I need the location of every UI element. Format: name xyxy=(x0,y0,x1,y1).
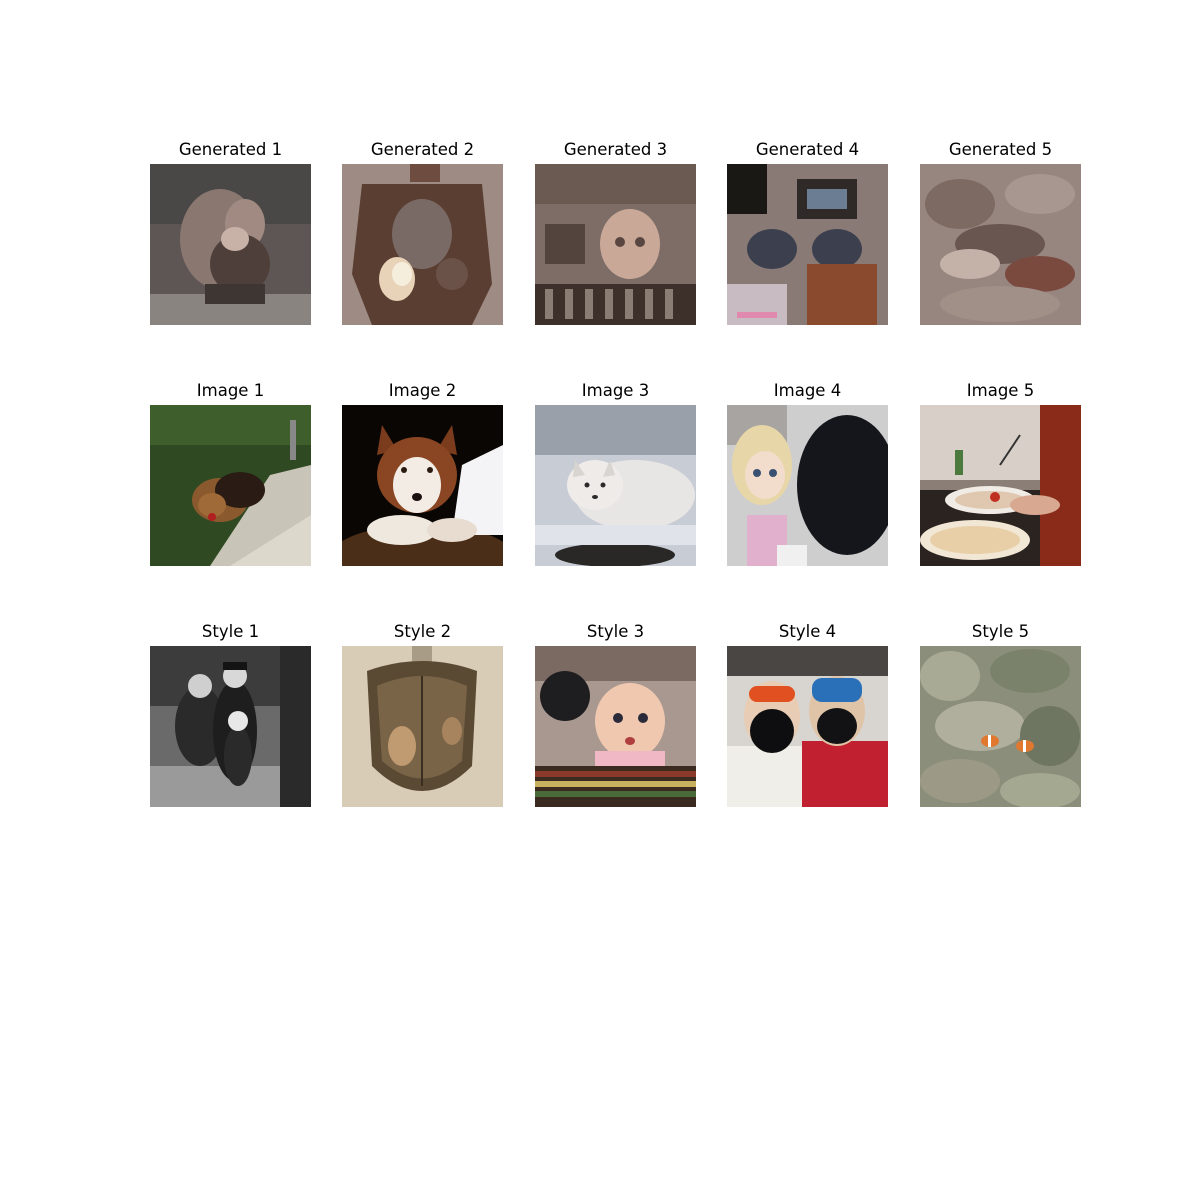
style-image-2-graphic xyxy=(342,646,503,807)
panel-title: Generated 5 xyxy=(948,140,1053,159)
content-image-1-graphic xyxy=(150,405,311,566)
generated-image-4-graphic xyxy=(727,164,888,325)
style-image-1 xyxy=(150,646,311,807)
content-image-2 xyxy=(342,405,503,566)
generated-image-5 xyxy=(920,164,1081,325)
panel-title: Generated 3 xyxy=(563,140,668,159)
content-image-1 xyxy=(150,405,311,566)
content-image-4 xyxy=(727,405,888,566)
content-image-5 xyxy=(920,405,1081,566)
style-image-3 xyxy=(535,646,696,807)
content-image-3-graphic xyxy=(535,405,696,566)
panel-title: Style 4 xyxy=(778,622,837,641)
generated-image-2-graphic xyxy=(342,164,503,325)
generated-image-3-graphic xyxy=(535,164,696,325)
panel-title: Image 4 xyxy=(773,381,842,400)
panel-title: Image 2 xyxy=(388,381,457,400)
generated-image-2 xyxy=(342,164,503,325)
generated-image-4 xyxy=(727,164,888,325)
panel-title: Generated 1 xyxy=(178,140,283,159)
panel-title: Style 5 xyxy=(971,622,1030,641)
style-image-5 xyxy=(920,646,1081,807)
style-image-1-graphic xyxy=(150,646,311,807)
content-image-3 xyxy=(535,405,696,566)
panel-title: Style 3 xyxy=(586,622,645,641)
generated-image-1 xyxy=(150,164,311,325)
style-image-2 xyxy=(342,646,503,807)
content-image-2-graphic xyxy=(342,405,503,566)
style-image-4 xyxy=(727,646,888,807)
generated-image-1-graphic xyxy=(150,164,311,325)
panel-title: Style 2 xyxy=(393,622,452,641)
panel-title: Image 1 xyxy=(196,381,265,400)
panel-title: Image 5 xyxy=(966,381,1035,400)
panel-title: Style 1 xyxy=(201,622,260,641)
panel-title: Generated 2 xyxy=(370,140,475,159)
panel-title: Generated 4 xyxy=(755,140,860,159)
content-image-5-graphic xyxy=(920,405,1081,566)
style-image-4-graphic xyxy=(727,646,888,807)
generated-image-5-graphic xyxy=(920,164,1081,325)
image-grid: Generated 1 Generated 2 Generated 3 Gene… xyxy=(0,0,1200,1200)
panel-title: Image 3 xyxy=(581,381,650,400)
generated-image-3 xyxy=(535,164,696,325)
style-image-5-graphic xyxy=(920,646,1081,807)
content-image-4-graphic xyxy=(727,405,888,566)
style-image-3-graphic xyxy=(535,646,696,807)
